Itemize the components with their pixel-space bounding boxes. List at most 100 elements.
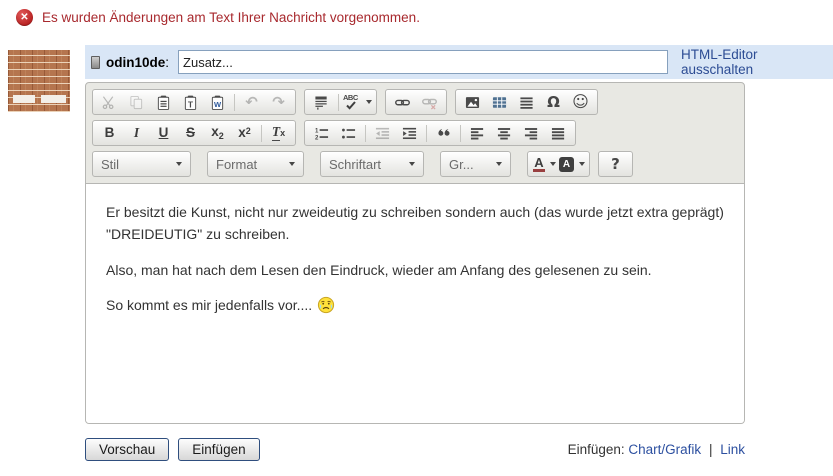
toolbar-group: Gr...: [440, 151, 519, 177]
cut-icon: [102, 95, 117, 110]
paste-word-icon: W: [210, 95, 225, 110]
spell-check-icon: ABC: [343, 94, 361, 110]
background-color-button[interactable]: A: [558, 153, 586, 175]
insert-link[interactable]: Link: [720, 442, 745, 457]
numbered-list-button[interactable]: 12: [308, 122, 335, 144]
bulleted-list-button[interactable]: [335, 122, 362, 144]
unlink-button: [416, 91, 443, 113]
link-button[interactable]: [389, 91, 416, 113]
help-icon: ?: [611, 157, 620, 172]
size-select[interactable]: Gr...: [440, 151, 511, 177]
subject-input[interactable]: [178, 50, 668, 74]
special-character-button[interactable]: Ω: [540, 91, 567, 113]
redo-button: ↷: [265, 91, 292, 113]
undo-icon: ↶: [245, 95, 258, 110]
table-button[interactable]: [486, 91, 513, 113]
smiley-button[interactable]: ☺: [567, 91, 594, 113]
chevron-down-icon: [550, 162, 556, 166]
svg-text:2: 2: [315, 134, 319, 140]
format-select-label: Format: [216, 157, 257, 172]
error-banner: Es wurden Änderungen am Text Ihrer Nachr…: [16, 9, 420, 26]
toolbar-separator: [426, 125, 427, 142]
toolbar-separator: [460, 125, 461, 142]
toolbar-group: AA: [527, 151, 590, 177]
format-select[interactable]: Format: [207, 151, 304, 177]
align-right-button[interactable]: [518, 122, 545, 144]
style-select[interactable]: Stil: [92, 151, 191, 177]
error-icon: [16, 9, 33, 26]
html-editor-toggle-link[interactable]: HTML-Editor ausschalten: [681, 47, 833, 77]
font-select[interactable]: Schriftart: [320, 151, 424, 177]
italic-icon: I: [134, 126, 139, 140]
editor-content[interactable]: Er besitzt die Kunst, nicht nur zweideut…: [86, 183, 744, 423]
page: Es wurden Änderungen am Text Ihrer Nachr…: [0, 0, 833, 476]
editor-chrome: T W ↶ ↷ ABC Ω☺ BI U Sx2 x2 Tx 12 Stil Format Schriftar…: [85, 82, 745, 424]
image-button[interactable]: [459, 91, 486, 113]
paste-text-button[interactable]: T: [177, 91, 204, 113]
toolbar-separator: [261, 125, 262, 142]
show-blocks-icon: [314, 95, 329, 110]
horizontal-rule-button[interactable]: [513, 91, 540, 113]
toolbar-row: T W ↶ ↷ ABC Ω☺: [92, 89, 738, 115]
superscript-button[interactable]: x2: [231, 122, 258, 144]
chevron-down-icon: [289, 162, 295, 166]
align-center-button[interactable]: [491, 122, 518, 144]
insert-button[interactable]: Einfügen: [178, 438, 259, 461]
show-blocks-button[interactable]: [308, 91, 335, 113]
align-left-icon: [470, 126, 485, 141]
spell-check-button[interactable]: ABC: [342, 91, 373, 113]
message-paragraph: So kommt es mir jedenfalls vor....: [106, 294, 724, 320]
horizontal-rule-icon: [519, 95, 534, 110]
toolbar-separator: [338, 94, 339, 111]
chevron-down-icon: [409, 162, 415, 166]
blockquote-icon: [436, 126, 451, 141]
preview-button[interactable]: Vorschau: [85, 438, 169, 461]
toolbar-group: Format: [207, 151, 312, 177]
underline-icon: U: [159, 126, 169, 140]
strikethrough-icon: S: [186, 126, 195, 140]
font-select-label: Schriftart: [329, 157, 381, 172]
strikethrough-button[interactable]: S: [177, 122, 204, 144]
svg-text:T: T: [188, 99, 194, 109]
toolbar-row: BI U Sx2 x2 Tx 12: [92, 120, 738, 146]
subscript-icon: x2: [211, 125, 224, 141]
underline-button[interactable]: U: [150, 122, 177, 144]
image-icon: [465, 95, 480, 110]
chart-grafik-link[interactable]: Chart/Grafik: [628, 442, 701, 457]
chevron-down-icon: [366, 100, 372, 104]
italic-button[interactable]: I: [123, 122, 150, 144]
style-select-label: Stil: [101, 157, 119, 172]
bold-button[interactable]: B: [96, 122, 123, 144]
toolbar-separator: [365, 125, 366, 142]
remove-format-button[interactable]: Tx: [265, 122, 292, 144]
text-color-button[interactable]: A: [531, 153, 558, 175]
insert-links-label: Einfügen:: [568, 442, 625, 457]
align-center-icon: [497, 126, 512, 141]
undo-button: ↶: [238, 91, 265, 113]
superscript-icon: x2: [238, 126, 251, 140]
toolbar-group: ?: [598, 151, 633, 177]
paste-word-button[interactable]: W: [204, 91, 231, 113]
blockquote-button[interactable]: [430, 122, 457, 144]
toolbar-row: Stil Format Schriftart Gr... AA?: [92, 151, 738, 177]
toolbar-separator: [234, 94, 235, 111]
remove-format-icon: Tx: [272, 125, 285, 141]
chevron-down-icon: [579, 162, 585, 166]
paste-icon: [156, 95, 171, 110]
toolbar-group: Ω☺: [455, 89, 598, 115]
crying-smiley-icon: [317, 296, 335, 320]
toolbar-group: 12: [304, 120, 576, 146]
indent-button[interactable]: [396, 122, 423, 144]
paste-button[interactable]: [150, 91, 177, 113]
subscript-button[interactable]: x2: [204, 122, 231, 144]
toolbar-group: [385, 89, 447, 115]
toolbar-group: Schriftart: [320, 151, 432, 177]
help-button[interactable]: ?: [602, 153, 629, 175]
error-text: Es wurden Änderungen am Text Ihrer Nachr…: [42, 10, 420, 25]
outdent-icon: [375, 126, 390, 141]
align-left-button[interactable]: [464, 122, 491, 144]
align-justify-button[interactable]: [545, 122, 572, 144]
copy-icon: [129, 95, 144, 110]
username: odin10de: [106, 55, 165, 70]
numbered-list-icon: 12: [314, 126, 329, 141]
